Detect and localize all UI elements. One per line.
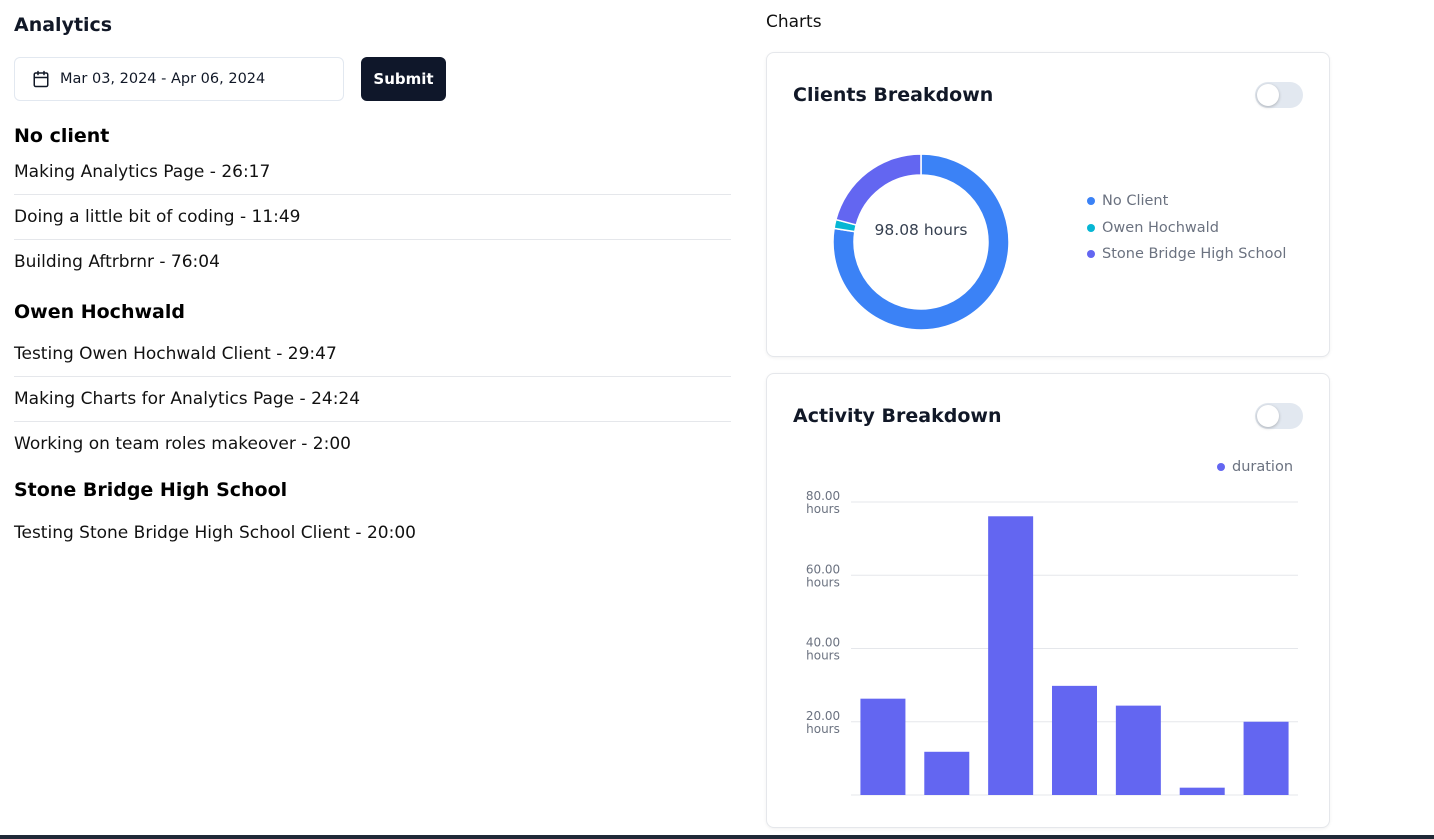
card-title: Clients Breakdown xyxy=(793,84,994,106)
analytics-panel: Analytics Mar 03, 2024 - Apr 06, 2024 Su… xyxy=(14,12,731,556)
submit-button[interactable]: Submit xyxy=(361,57,446,101)
legend-dot xyxy=(1087,197,1095,205)
bar[interactable] xyxy=(1179,787,1225,795)
clients-breakdown-card: Clients Breakdown 98.08 hours No Client O… xyxy=(766,52,1330,357)
y-tick-label: 80.00 hours xyxy=(806,489,840,516)
activity-bar-chart: 20.00 hours 40.00 hours 60.00 hours 80.00 hours xyxy=(806,489,1298,796)
donut-legend-item[interactable]: No Client xyxy=(1087,193,1168,209)
client-group-title: Stone Bridge High School xyxy=(14,479,288,501)
bar[interactable] xyxy=(1115,705,1161,795)
legend-label: Owen Hochwald xyxy=(1102,219,1219,236)
bar[interactable] xyxy=(924,751,970,795)
toggle-knob xyxy=(1257,84,1279,106)
entry-list: Making Analytics Page - 26:17 Doing a li… xyxy=(14,150,731,285)
client-group-title: No client xyxy=(14,125,110,147)
date-range-value: Mar 03, 2024 - Apr 06, 2024 xyxy=(60,71,266,87)
y-tick-label: 60.00 hours xyxy=(806,562,840,589)
list-item: Testing Owen Hochwald Client - 29:47 xyxy=(14,332,731,377)
charts-panel: Charts Clients Breakdown 98.08 hours No … xyxy=(766,10,1330,828)
charts-heading: Charts xyxy=(766,12,822,32)
bar[interactable] xyxy=(860,698,906,795)
bar[interactable] xyxy=(988,516,1034,795)
list-item: Making Charts for Analytics Page - 24:24 xyxy=(14,377,731,422)
donut-slice[interactable] xyxy=(834,153,922,226)
filter-controls: Mar 03, 2024 - Apr 06, 2024 Submit xyxy=(14,57,731,101)
date-range-picker[interactable]: Mar 03, 2024 - Apr 06, 2024 xyxy=(14,57,344,101)
list-item: Doing a little bit of coding - 11:49 xyxy=(14,195,731,240)
clients-chart-toggle[interactable] xyxy=(1255,82,1303,108)
donut-legend-item[interactable]: Owen Hochwald xyxy=(1087,220,1219,236)
list-item: Testing Stone Bridge High School Client … xyxy=(14,523,416,543)
activity-breakdown-card: Activity Breakdown duration 20.00 hours 40… xyxy=(766,373,1330,828)
clients-donut-chart: 98.08 hours xyxy=(832,153,1010,331)
bar[interactable] xyxy=(1052,685,1097,795)
calendar-icon xyxy=(33,70,49,88)
page-title: Analytics xyxy=(14,14,113,36)
legend-label: No Client xyxy=(1102,193,1169,209)
entry-list: Testing Owen Hochwald Client - 29:47 Mak… xyxy=(14,332,731,467)
bar[interactable] xyxy=(1243,721,1289,795)
client-group-no-client: No client Making Analytics Page - 26:17 … xyxy=(14,125,731,285)
window-bottom-edge xyxy=(0,835,1434,839)
client-group-title: Owen Hochwald xyxy=(14,301,185,323)
y-tick-label: 40.00 hours xyxy=(806,636,840,663)
y-tick-label: 20.00 hours xyxy=(806,709,840,736)
client-group-owen-hochwald: Owen Hochwald Testing Owen Hochwald Clie… xyxy=(14,301,731,467)
client-group-stone-bridge: Stone Bridge High School Testing Stone B… xyxy=(14,479,731,556)
donut-legend-item[interactable]: Stone Bridge High School xyxy=(1087,246,1286,262)
legend-label: Stone Bridge High School xyxy=(1102,246,1287,262)
list-item: Working on team roles makeover - 2:00 xyxy=(14,434,351,454)
list-item: Building Aftrbrnr - 76:04 xyxy=(14,252,220,272)
legend-dot xyxy=(1087,250,1095,258)
donut-center-label: 98.08 hours xyxy=(875,221,968,239)
entry-list: Testing Stone Bridge High School Client … xyxy=(14,511,731,556)
legend-dot xyxy=(1087,223,1095,232)
list-item: Making Analytics Page - 26:17 xyxy=(14,150,731,195)
